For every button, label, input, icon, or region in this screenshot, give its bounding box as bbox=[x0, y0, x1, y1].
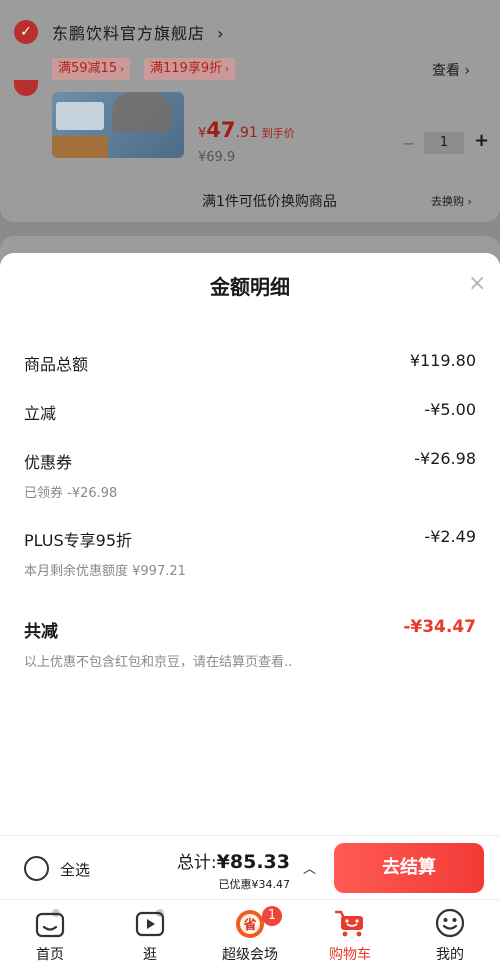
chevron-right-icon: › bbox=[225, 64, 230, 75]
chevron-right-icon: › bbox=[120, 64, 125, 75]
total-price: 总计:¥85.33 bbox=[177, 848, 290, 873]
tab-home[interactable]: 首页 bbox=[0, 900, 100, 969]
item-checkbox[interactable] bbox=[14, 80, 38, 96]
store-name: 东鹏饮料官方旗舰店 bbox=[52, 24, 206, 43]
quantity-plus-button[interactable]: + bbox=[474, 130, 489, 151]
store-card: ✓ 东鹏饮料官方旗舰店 › 满59减15 › 满119享9折 › 查看 › ¥47.… bbox=[0, 0, 500, 222]
total-reduction-label: 共减 bbox=[24, 622, 58, 642]
discount-summary: 已优惠¥34.47 bbox=[218, 878, 291, 891]
goods-total-label: 商品总额 bbox=[24, 355, 89, 374]
venue-icon: 省 bbox=[236, 910, 264, 938]
select-all-radio[interactable] bbox=[24, 856, 49, 881]
coupon-value: -¥26.98 bbox=[414, 449, 476, 468]
tab-label: 逛 bbox=[143, 947, 157, 963]
coupon-label: 优惠券 bbox=[24, 453, 73, 472]
store-name-link[interactable]: 东鹏饮料官方旗舰店 › bbox=[52, 20, 225, 44]
goods-total-value: ¥119.80 bbox=[409, 351, 476, 370]
product-price: ¥47.91 到手价 bbox=[198, 118, 295, 142]
tab-cart[interactable]: 购物车 bbox=[300, 900, 400, 969]
plus-remaining-quota: 本月剩余优惠额度 ¥997.21 bbox=[24, 564, 186, 579]
total-reduction-value: -¥34.47 bbox=[403, 617, 476, 637]
total-label: 总计: bbox=[176, 853, 217, 873]
play-icon bbox=[135, 909, 165, 937]
tab-label: 超级会场 bbox=[222, 947, 278, 963]
promo-tag-label: 满119享9折 bbox=[150, 61, 223, 76]
coupon-claimed-note: 已领券 -¥26.98 bbox=[24, 486, 118, 501]
swap-link[interactable]: 去换购 › bbox=[431, 193, 472, 209]
amount-detail-sheet: 金额明细 × 商品总额 ¥119.80 立减 -¥5.00 优惠券 -¥26.9… bbox=[0, 253, 500, 835]
promo-tag-full-reduce[interactable]: 满59减15 › bbox=[52, 58, 131, 80]
bottom-tab-bar: 首页 逛 省 1 超级会场 购物车 我的 bbox=[0, 899, 500, 969]
plus-discount-label: PLUS专享95折 bbox=[24, 531, 132, 550]
tab-super-venue[interactable]: 省 1 超级会场 bbox=[200, 900, 300, 969]
view-promo-link[interactable]: 查看 › bbox=[432, 60, 470, 80]
sheet-title: 金额明细 bbox=[210, 275, 290, 299]
plus-discount-value: -¥2.49 bbox=[424, 527, 476, 546]
tab-label: 首页 bbox=[36, 947, 64, 963]
svg-text:省: 省 bbox=[242, 917, 256, 933]
total-amount: ¥85.33 bbox=[216, 851, 290, 873]
tab-label: 我的 bbox=[436, 947, 464, 963]
select-all-label[interactable]: 全选 bbox=[60, 859, 90, 880]
notification-badge: 1 bbox=[262, 906, 282, 926]
quantity-minus-button[interactable]: − bbox=[402, 134, 415, 153]
chevron-up-icon[interactable]: ︿ bbox=[303, 858, 316, 877]
product-image[interactable] bbox=[52, 92, 184, 158]
store-checkbox[interactable]: ✓ bbox=[14, 20, 38, 44]
cart-background-overlay[interactable]: ✓ 东鹏饮料官方旗舰店 › 满59减15 › 满119享9折 › 查看 › ¥47.… bbox=[0, 0, 500, 276]
promo-tag-discount[interactable]: 满119享9折 › bbox=[144, 58, 236, 80]
chevron-right-icon: › bbox=[217, 24, 225, 43]
instant-discount-label: 立减 bbox=[24, 404, 57, 423]
tab-label: 购物车 bbox=[329, 947, 371, 963]
cart-icon bbox=[334, 910, 363, 937]
instant-discount-value: -¥5.00 bbox=[424, 400, 476, 419]
promo-tag-label: 满59减15 bbox=[58, 61, 118, 76]
checkout-bar: 全选 总计:¥85.33 已优惠¥34.47 ︿ 去结算 bbox=[0, 835, 500, 899]
home-icon bbox=[35, 909, 65, 938]
checkout-button[interactable]: 去结算 bbox=[334, 843, 484, 893]
close-icon[interactable]: × bbox=[468, 271, 486, 296]
original-price: ¥69.9 bbox=[198, 150, 236, 165]
swap-offer-text: 满1件可低价换购商品 bbox=[202, 194, 337, 210]
tab-browse[interactable]: 逛 bbox=[100, 900, 200, 969]
smile-icon bbox=[435, 908, 465, 938]
tab-mine[interactable]: 我的 bbox=[400, 900, 500, 969]
discount-disclaimer: 以上优惠不包含红包和京豆，请在结算页查看.. bbox=[24, 655, 293, 670]
quantity-input[interactable]: 1 bbox=[424, 132, 464, 154]
